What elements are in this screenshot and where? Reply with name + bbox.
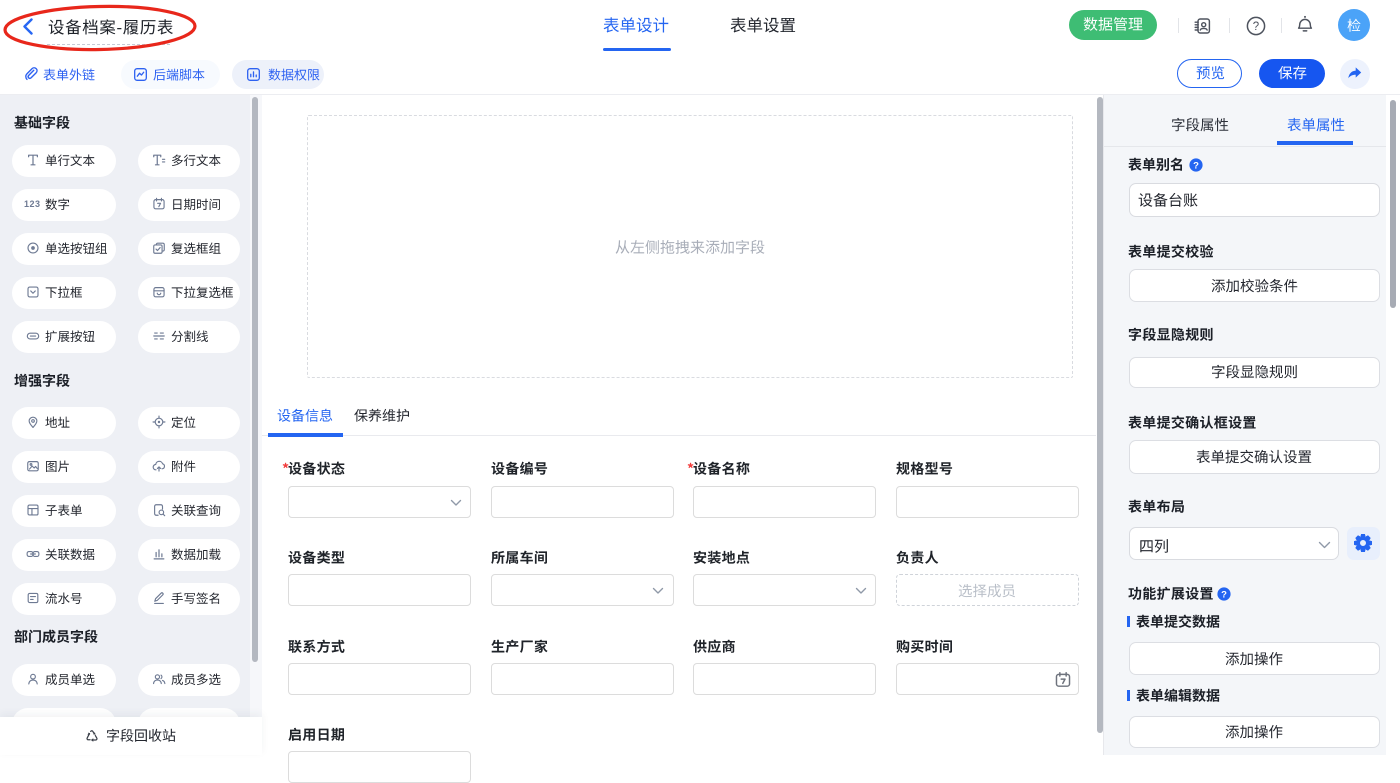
svg-text:?: ?: [1253, 21, 1259, 33]
svg-text:?: ?: [1193, 161, 1199, 172]
svg-text:?: ?: [1221, 589, 1227, 600]
